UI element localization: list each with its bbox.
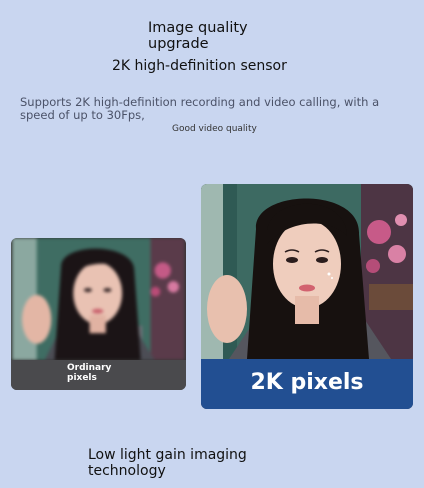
feature-footer-line-1: Low light gain imaging: [88, 447, 247, 463]
page-title-line-1: Image quality: [148, 20, 248, 36]
page-title-line-2: upgrade: [148, 36, 209, 52]
ordinary-pixels-label-line-2: pixels: [67, 373, 97, 383]
2k-portrait-image: [201, 184, 413, 359]
page-subtitle: 2K high-definition sensor: [112, 58, 287, 74]
2k-pixels-caption: 2K pixels: [201, 359, 413, 409]
feature-description-line-2: speed of up to 30Fps,: [20, 108, 145, 122]
2k-pixels-label: 2K pixels: [250, 370, 364, 395]
feature-footer-line-2: technology: [88, 463, 166, 479]
ordinary-pixels-label-line-1: Ordinary: [67, 363, 112, 373]
ordinary-portrait-image: [11, 238, 186, 360]
page-title: Image quality upgrade: [148, 20, 248, 52]
ordinary-pixels-label: Ordinary pixels: [67, 363, 111, 383]
feature-description: Supports 2K high-definition recording an…: [20, 96, 415, 122]
2k-pixels-card: 2K pixels: [201, 184, 413, 409]
ordinary-pixels-caption: Ordinary pixels: [11, 360, 186, 390]
feature-footer: Low light gain imaging technology: [88, 447, 247, 479]
ordinary-pixels-card: Ordinary pixels: [11, 238, 186, 390]
quality-label: Good video quality: [172, 124, 257, 134]
